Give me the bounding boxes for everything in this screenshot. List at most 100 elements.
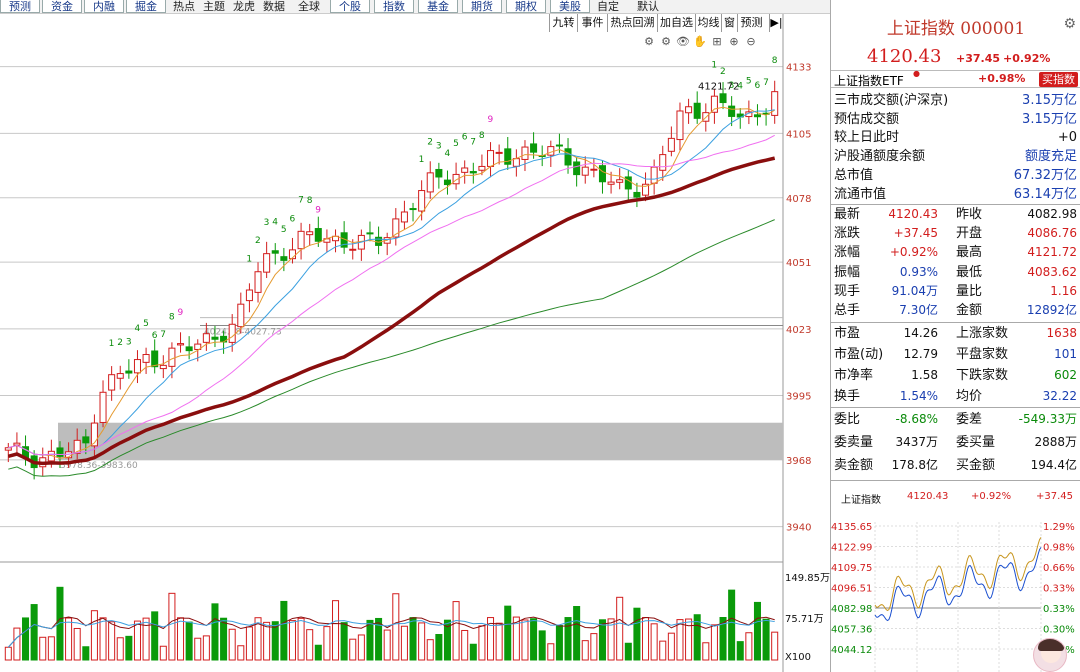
row-value: 3.15万亿 <box>1022 111 1077 127</box>
candle-body <box>185 346 193 352</box>
assistant-avatar[interactable] <box>1033 638 1067 672</box>
cell-value: 12892亿 <box>1026 303 1077 317</box>
candle-body <box>435 168 443 178</box>
cell-key: 委卖量 <box>834 435 874 450</box>
price-tick-label: 3995 <box>786 392 811 403</box>
nine-turn-number: 7 <box>160 330 166 340</box>
rows1-row: 总市值 67.32万亿 <box>831 166 1080 185</box>
price-tick-label: 3940 <box>786 523 811 534</box>
last-price: 4120.43 <box>867 46 942 67</box>
row-value: +0 <box>1057 130 1077 146</box>
cell-value: 14.26 <box>903 326 938 340</box>
volume-bar <box>530 618 538 661</box>
grid3-row: 委比 -8.68% 委差 -549.33万 <box>831 410 1080 429</box>
cell-key: 上涨家数 <box>956 326 1009 341</box>
price-tick-label: 3968 <box>786 456 811 467</box>
mini-left-label: 4044.12 <box>831 645 872 656</box>
buy-index-button[interactable]: 买指数 <box>1039 72 1078 87</box>
cell-value: 12.79 <box>903 347 938 361</box>
candle-body <box>159 364 167 370</box>
volume-bar <box>521 619 529 661</box>
nine-turn-number: 3 <box>126 337 132 347</box>
cell-key: 均价 <box>956 389 983 404</box>
candle-body <box>521 146 529 160</box>
volume-bar <box>383 629 391 661</box>
candle-body <box>495 151 503 154</box>
candle-body <box>693 102 701 119</box>
candle-body <box>753 114 761 118</box>
volume-bars <box>4 586 779 661</box>
volume-bar <box>555 625 563 661</box>
nine-turn-number: 8 <box>169 313 175 323</box>
candle-body <box>590 168 598 171</box>
candle-body <box>710 95 718 113</box>
cell-value: 32.22 <box>1042 389 1077 403</box>
cell-key: 昨收 <box>956 207 983 222</box>
cell-key: 量比 <box>956 283 983 299</box>
candle-body <box>99 391 107 423</box>
rows1-row: 流通市值 63.14万亿 <box>831 185 1080 204</box>
candle-body <box>202 333 210 343</box>
candle-body <box>245 289 253 302</box>
candle-body <box>56 447 64 457</box>
volume-bar <box>659 640 667 661</box>
mini-right-label: 0.33% <box>1043 604 1075 615</box>
volume-bar <box>538 630 546 661</box>
candle-body <box>650 166 658 184</box>
etf-row[interactable]: 上证指数ETF ● +0.98% 买指数 <box>831 69 1080 88</box>
grid2-row: 市净率 1.58 下跌家数 602 <box>831 366 1080 385</box>
volume-bar <box>47 636 55 661</box>
candle-body <box>177 343 185 346</box>
price-tick-label: 4133 <box>786 63 811 74</box>
volume-bar <box>745 632 753 661</box>
nine-turn-number: 7 <box>470 137 476 147</box>
volume-bar <box>159 645 167 661</box>
nine-turn-number: 4 <box>272 218 278 228</box>
price-tick-label: 4023 <box>786 325 811 336</box>
row-key: 三市成交额(沪深京) <box>834 93 949 108</box>
candles <box>4 80 779 480</box>
nine-turn-number: 9 <box>488 115 494 125</box>
candle-body <box>426 172 434 193</box>
volume-bar <box>409 617 417 661</box>
nine-turn-number: 8 <box>479 131 485 141</box>
mini-price: 4120.43 <box>907 491 949 502</box>
row-key: 沪股通额度余额 <box>834 149 926 165</box>
cell-value: 1.58 <box>911 368 938 382</box>
candle-body <box>512 158 520 167</box>
price-tick-label: 4105 <box>786 129 811 140</box>
mini-change: +37.45 <box>1036 491 1074 502</box>
volume-bar <box>22 617 30 661</box>
volume-bar <box>73 627 81 661</box>
volume-bar <box>495 622 503 661</box>
nine-turn-number: 6 <box>754 81 760 91</box>
gear-icon[interactable]: ⚙ <box>1063 16 1076 32</box>
volume-bar <box>504 605 512 661</box>
cell-key: 涨幅 <box>834 245 861 261</box>
volume-bar <box>185 621 193 661</box>
volume-bar <box>228 628 236 661</box>
cell-key: 委比 <box>834 412 861 427</box>
volume-bar <box>151 611 159 661</box>
candle-body <box>598 165 606 183</box>
candle-body <box>633 191 641 198</box>
mini-right-label: 1.29% <box>1043 522 1075 533</box>
volume-bar <box>125 635 133 661</box>
candlestick-chart[interactable]: 413341054078405140233995396839404024.38-… <box>0 0 830 672</box>
index-title: 上证指数 000001 <box>886 19 1026 39</box>
nine-turn-number: 1 <box>419 155 425 165</box>
candle-body <box>116 373 124 379</box>
volume-bar <box>753 601 761 661</box>
candle-body <box>461 167 469 173</box>
candle-body <box>13 442 21 446</box>
nine-turn-number: 1 <box>711 61 717 71</box>
grid1-row: 总手 7.30亿 金额 12892亿 <box>831 301 1080 320</box>
mini-right-label: 0.66% <box>1043 563 1075 574</box>
volume-bar <box>676 619 684 661</box>
candle-body <box>607 181 615 185</box>
candle-body <box>581 166 589 176</box>
candle-body <box>168 347 176 367</box>
candle-body <box>443 179 451 186</box>
volume-bar <box>564 617 572 661</box>
volume-bar <box>39 636 47 661</box>
